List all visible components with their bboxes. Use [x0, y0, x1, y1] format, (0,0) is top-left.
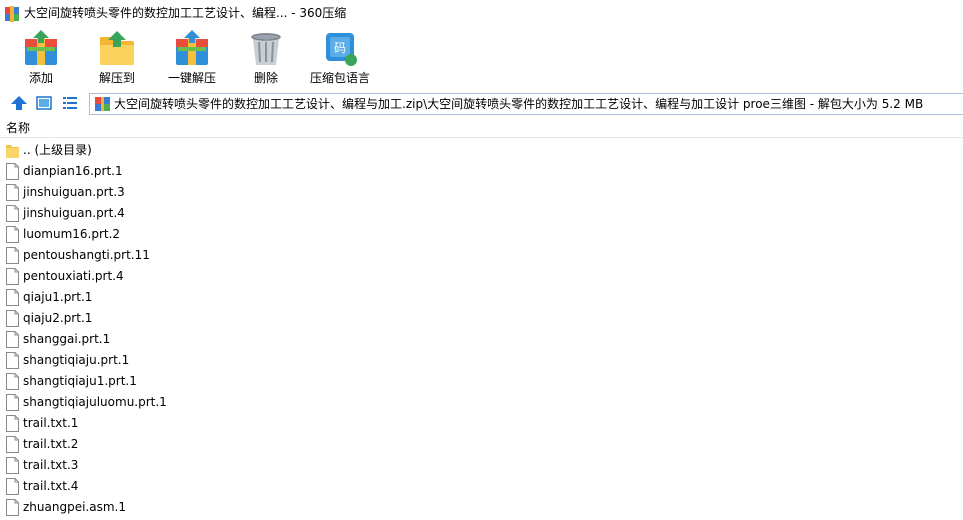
list-item-label: pentouxiati.prt.4: [23, 269, 124, 283]
file-list: 名称 .. (上级目录) dianpian16.prt.1 jinshuiguan…: [0, 119, 963, 520]
thumbnail-view-icon[interactable]: [35, 94, 53, 112]
list-item-label: shangtiqiaju1.prt.1: [23, 374, 137, 388]
list-item[interactable]: shangtiqiaju1.prt.1: [0, 371, 963, 392]
list-item-label: trail.txt.1: [23, 416, 79, 430]
list-item-label: shangtiqiajuluomu.prt.1: [23, 395, 167, 409]
archive-language-button[interactable]: 码 压缩包语言: [302, 29, 378, 87]
one-click-extract-icon: [176, 30, 208, 65]
delete-button[interactable]: 删除: [228, 29, 304, 87]
file-icon: [6, 226, 19, 243]
list-item[interactable]: jinshuiguan.prt.4: [0, 203, 963, 224]
list-item-label: trail.txt.3: [23, 458, 79, 472]
svg-text:码: 码: [334, 41, 346, 55]
extract-to-button[interactable]: 解压到: [79, 29, 155, 87]
app-archive-icon: [5, 6, 19, 22]
list-item[interactable]: shanggai.prt.1: [0, 329, 963, 350]
title-bar: 大空间旋转喷头零件的数控加工工艺设计、编程... - 360压缩: [0, 0, 963, 27]
list-item[interactable]: trail.txt.2: [0, 434, 963, 455]
file-icon: [6, 268, 19, 285]
file-rows: .. (上级目录) dianpian16.prt.1 jinshuiguan.pr…: [0, 140, 963, 518]
list-item-label: trail.txt.2: [23, 437, 79, 451]
folder-icon: [6, 145, 19, 158]
list-item[interactable]: zhuangpei.asm.1: [0, 497, 963, 518]
list-item-label: .. (上级目录): [23, 143, 92, 157]
delete-trash-icon: [251, 33, 281, 65]
list-item[interactable]: shangtiqiajuluomu.prt.1: [0, 392, 963, 413]
column-header-row: 名称: [0, 119, 963, 138]
file-icon: [6, 352, 19, 369]
add-button-label: 添加: [28, 71, 53, 85]
file-icon: [6, 436, 19, 453]
one-click-extract-button-label: 一键解压: [167, 71, 216, 85]
file-icon: [6, 478, 19, 495]
list-item[interactable]: trail.txt.1: [0, 413, 963, 434]
file-icon: [6, 289, 19, 306]
list-item-parent-dir[interactable]: .. (上级目录): [0, 140, 963, 161]
file-icon: [6, 205, 19, 222]
archive-icon: [95, 97, 110, 111]
column-header-name[interactable]: 名称: [6, 121, 30, 136]
list-item-label: jinshuiguan.prt.3: [23, 185, 125, 199]
path-input[interactable]: 大空间旋转喷头零件的数控加工工艺设计、编程与加工.zip\大空间旋转喷头零件的数…: [89, 93, 963, 115]
file-icon: [6, 184, 19, 201]
list-view-icon[interactable]: [61, 94, 79, 112]
list-item[interactable]: qiaju2.prt.1: [0, 308, 963, 329]
address-bar: 大空间旋转喷头零件的数控加工工艺设计、编程与加工.zip\大空间旋转喷头零件的数…: [0, 89, 963, 119]
extract-to-button-label: 解压到: [98, 71, 135, 85]
delete-button-label: 删除: [253, 71, 278, 85]
add-archive-icon: [25, 30, 57, 65]
file-icon: [6, 499, 19, 516]
file-icon: [6, 373, 19, 390]
list-item[interactable]: jinshuiguan.prt.3: [0, 182, 963, 203]
list-item-label: zhuangpei.asm.1: [23, 500, 126, 514]
list-item-label: jinshuiguan.prt.4: [23, 206, 125, 220]
file-icon: [6, 415, 19, 432]
file-icon: [6, 394, 19, 411]
list-item-label: shanggai.prt.1: [23, 332, 111, 346]
list-item[interactable]: dianpian16.prt.1: [0, 161, 963, 182]
file-icon: [6, 163, 19, 180]
file-icon: [6, 310, 19, 327]
up-arrow-icon[interactable]: [10, 94, 28, 112]
extract-to-icon: [100, 31, 134, 65]
list-item[interactable]: shangtiqiaju.prt.1: [0, 350, 963, 371]
toolbar: 添加 解压到 一键解压 删除 码 压缩包语言: [0, 27, 963, 89]
list-item[interactable]: qiaju1.prt.1: [0, 287, 963, 308]
list-item-label: luomum16.prt.2: [23, 227, 121, 241]
archive-language-icon: 码: [326, 33, 357, 66]
one-click-extract-button[interactable]: 一键解压: [154, 29, 230, 87]
list-item[interactable]: trail.txt.4: [0, 476, 963, 497]
list-item-label: trail.txt.4: [23, 479, 79, 493]
file-icon: [6, 247, 19, 264]
list-item-label: dianpian16.prt.1: [23, 164, 123, 178]
window-title: 大空间旋转喷头零件的数控加工工艺设计、编程... - 360压缩: [24, 6, 347, 20]
list-item-label: shangtiqiaju.prt.1: [23, 353, 130, 367]
list-item[interactable]: pentoushangti.prt.11: [0, 245, 963, 266]
archive-language-button-label: 压缩包语言: [309, 71, 370, 85]
file-icon: [6, 331, 19, 348]
file-icon: [6, 457, 19, 474]
list-item-label: pentoushangti.prt.11: [23, 248, 150, 262]
list-item-label: qiaju1.prt.1: [23, 290, 93, 304]
path-text: 大空间旋转喷头零件的数控加工工艺设计、编程与加工.zip\大空间旋转喷头零件的数…: [114, 97, 924, 111]
list-item[interactable]: luomum16.prt.2: [0, 224, 963, 245]
list-item-label: qiaju2.prt.1: [23, 311, 93, 325]
list-item[interactable]: trail.txt.3: [0, 455, 963, 476]
add-button[interactable]: 添加: [3, 29, 79, 87]
list-item[interactable]: pentouxiati.prt.4: [0, 266, 963, 287]
